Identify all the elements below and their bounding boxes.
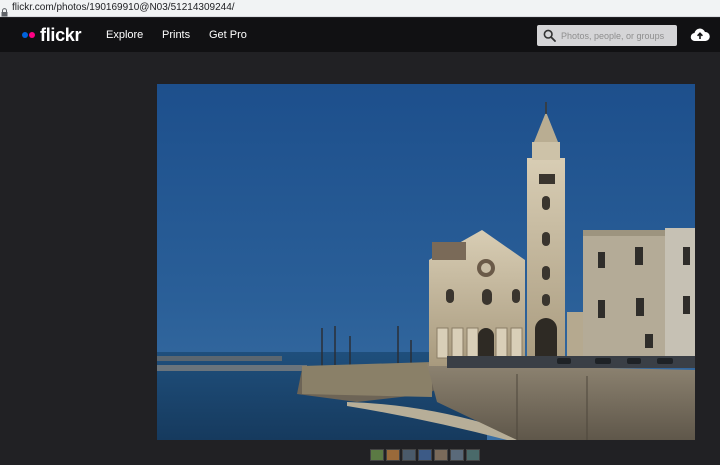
filmstrip-thumbnail[interactable]	[450, 449, 464, 461]
flickr-logo[interactable]: flickr	[22, 25, 82, 45]
logo-blue-dot	[22, 32, 28, 38]
main-photo[interactable]	[157, 84, 695, 440]
photo-filmstrip	[370, 449, 480, 462]
filmstrip-thumbnail[interactable]	[418, 449, 432, 461]
url-text[interactable]: flickr.com/photos/190169910@N03/51214309…	[12, 2, 235, 14]
search-box[interactable]	[537, 25, 677, 46]
filmstrip-thumbnail[interactable]	[434, 449, 448, 461]
search-input[interactable]	[561, 27, 673, 44]
nav-explore-link[interactable]: Explore	[106, 18, 143, 52]
cloud-upload-icon[interactable]	[690, 26, 710, 44]
filmstrip-thumbnail[interactable]	[402, 449, 416, 461]
logo-pink-dot	[29, 32, 35, 38]
filmstrip-thumbnail[interactable]	[370, 449, 384, 461]
lock-icon	[1, 4, 8, 17]
nav-prints-link[interactable]: Prints	[162, 18, 190, 52]
filmstrip-thumbnail[interactable]	[386, 449, 400, 461]
nav-get-pro-link[interactable]: Get Pro	[209, 18, 247, 52]
logo-wordmark: flickr	[40, 25, 82, 45]
search-icon[interactable]	[543, 29, 556, 42]
browser-address-bar[interactable]: flickr.com/photos/190169910@N03/51214309…	[0, 0, 720, 17]
filmstrip-thumbnail[interactable]	[466, 449, 480, 461]
